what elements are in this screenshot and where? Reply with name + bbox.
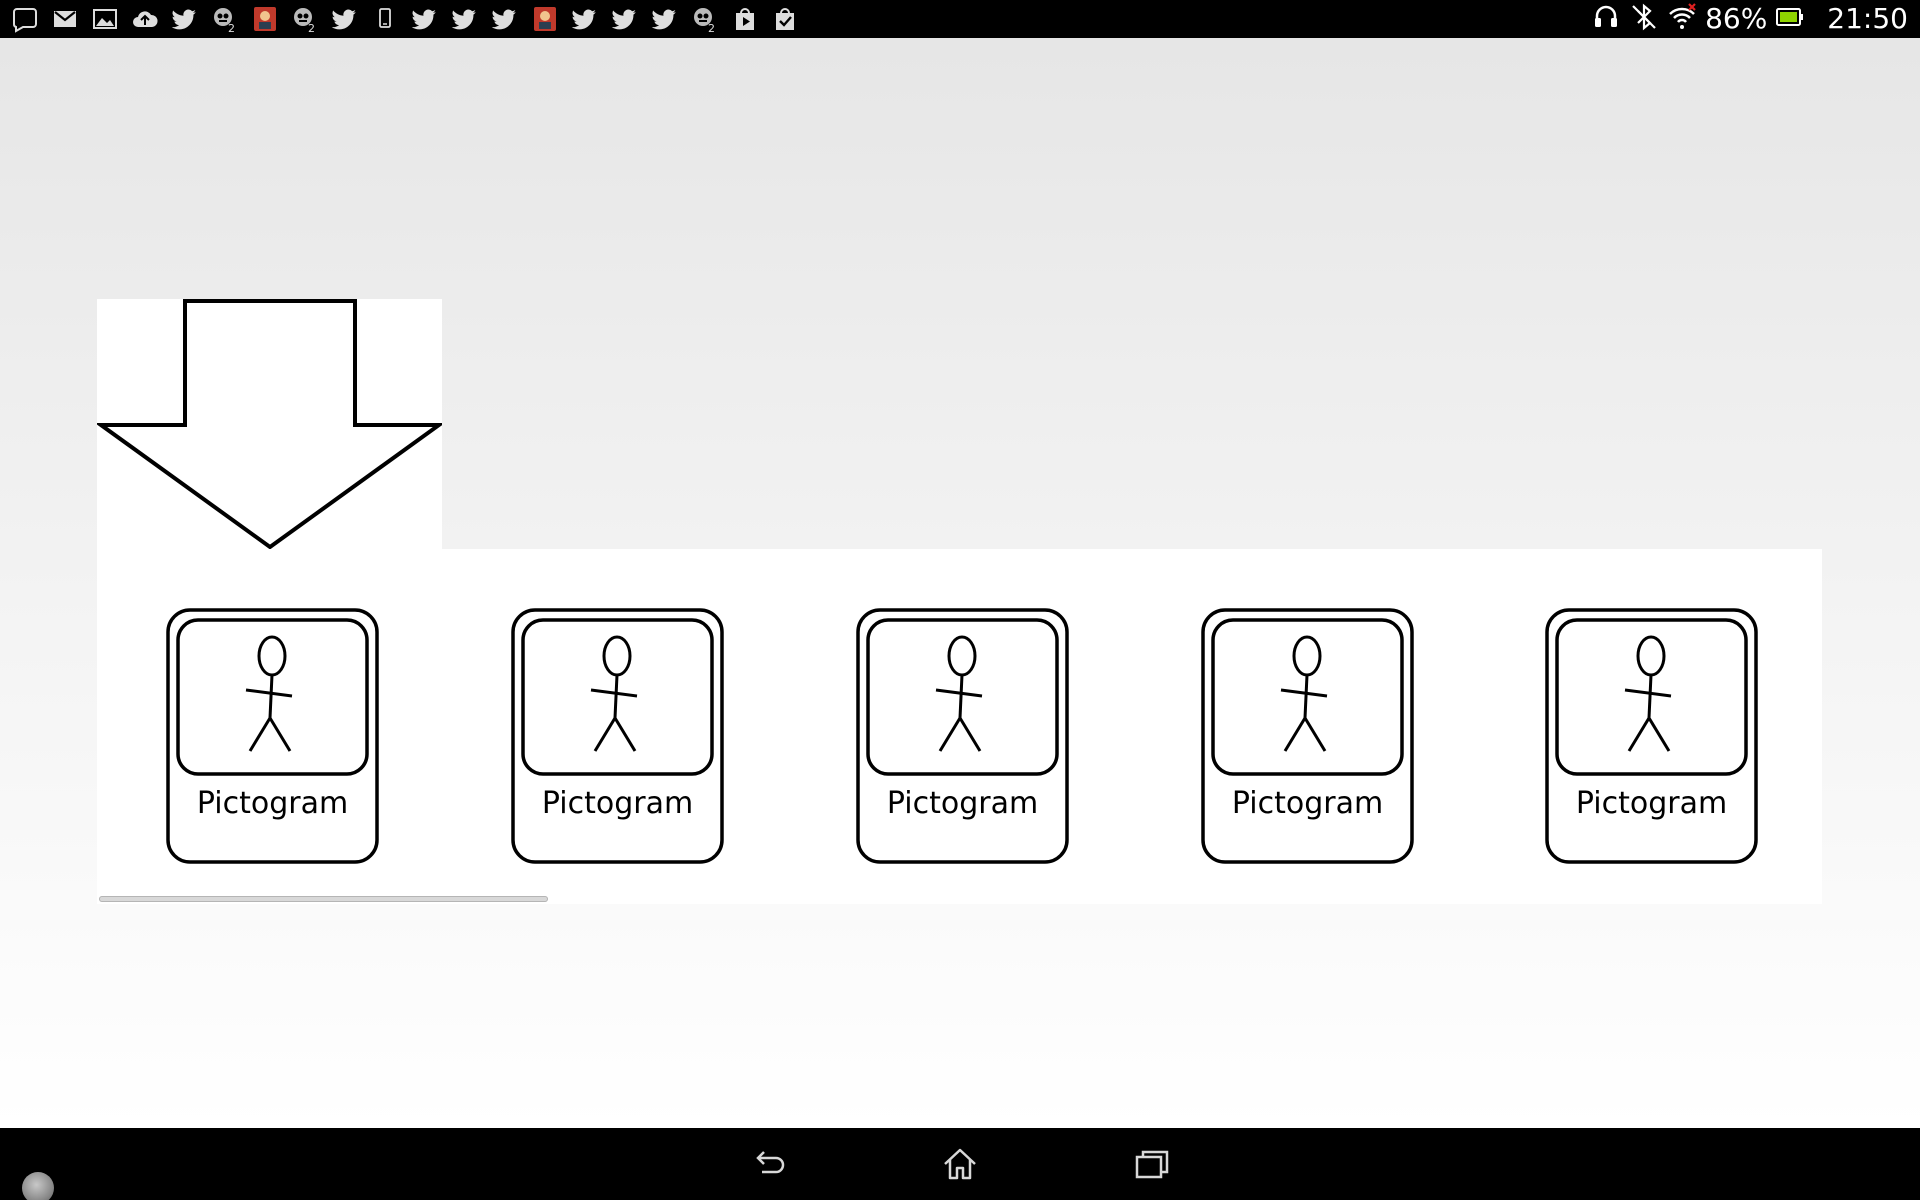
status-bar: 2 2 2 86% 21:50 [0,0,1920,38]
battery-percent: 86% [1705,2,1768,35]
twitter-icon [608,2,642,36]
twitter-icon [568,2,602,36]
app-content: Pictogram Pictogram Pictogram Pictogram Pict… [0,38,1920,1128]
pictogram-card[interactable]: Pictogram [1201,608,1414,864]
gallery-icon [88,2,122,36]
pictogram-label: Pictogram [541,786,694,821]
pictogram-person-icon [1201,608,1414,864]
clock: 21:50 [1827,2,1908,35]
pictogram-label: Pictogram [1231,786,1384,821]
chat-bubble-icon [8,2,42,36]
bluetooth-off-icon [1629,2,1659,36]
home-icon [944,1148,976,1180]
navigation-bar [0,1128,1920,1200]
pictogram-person-icon [856,608,1069,864]
pictogram-label: Pictogram [886,786,1039,821]
svg-text:2: 2 [708,22,715,33]
cloud-upload-icon [128,2,162,36]
svg-text:2: 2 [228,22,235,33]
pictogram-card[interactable]: Pictogram [166,608,379,864]
twitter-icon [448,2,482,36]
assistant-bubble[interactable] [22,1172,54,1200]
back-button[interactable] [736,1138,800,1190]
pictogram-label: Pictogram [196,786,349,821]
headset-icon [1591,2,1621,36]
wifi-no-signal-icon [1667,2,1697,36]
svg-text:2: 2 [308,22,315,33]
down-arrow-indicator [97,299,442,549]
twitter-icon [408,2,442,36]
app-photo-icon [248,2,282,36]
twitter-icon [328,2,362,36]
pictogram-card[interactable]: Pictogram [1545,608,1758,864]
status-indicators: 86% 21:50 [1591,0,1908,38]
pictogram-person-icon [511,608,724,864]
pictogram-card[interactable]: Pictogram [856,608,1069,864]
pictogram-card[interactable]: Pictogram [511,608,724,864]
twitter-icon [488,2,522,36]
game-badge-icon: 2 [288,2,322,36]
twitter-icon [168,2,202,36]
notification-icons: 2 2 2 [8,2,802,36]
pictogram-strip[interactable]: Pictogram Pictogram Pictogram Pictogram Pict… [97,549,1822,904]
game-badge-icon: 2 [208,2,242,36]
horizontal-scrollbar[interactable] [99,896,548,902]
twitter-icon [648,2,682,36]
pictogram-person-icon [166,608,379,864]
app-photo-icon [528,2,562,36]
pictogram-label: Pictogram [1575,786,1728,821]
down-arrow-icon [97,299,442,549]
recent-apps-button[interactable] [1120,1138,1184,1190]
play-store-icon [728,2,762,36]
shopping-bag-icon [768,2,802,36]
pictogram-person-icon [1545,608,1758,864]
back-icon [756,1151,785,1174]
phone-device-icon [368,2,402,36]
battery-icon [1775,2,1805,36]
game-badge-icon: 2 [688,2,722,36]
recent-apps-icon [1135,1150,1169,1179]
home-button[interactable] [928,1138,992,1190]
gmail-icon [48,2,82,36]
